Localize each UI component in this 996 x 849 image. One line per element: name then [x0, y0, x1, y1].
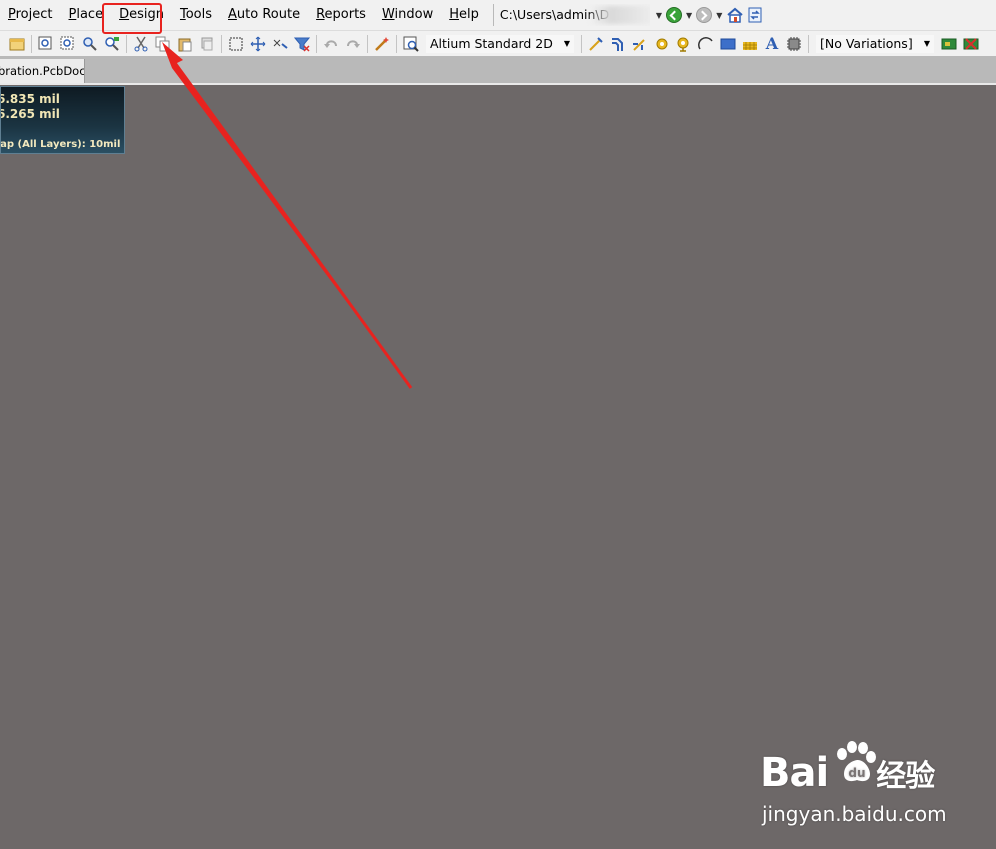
- toolbar-separator: [221, 34, 222, 53]
- hud-snap-grid: nap (All Layers): 10mil: [0, 139, 121, 150]
- zoom-area-icon[interactable]: [60, 36, 76, 52]
- path-dropdown-icon[interactable]: ▼: [656, 11, 662, 20]
- browse-components-icon[interactable]: [403, 36, 419, 52]
- chevron-down-icon: ▼: [923, 38, 930, 48]
- document-tab-strip: bration.PcbDoc: [0, 56, 996, 83]
- pcb-canvas[interactable]: [0, 85, 996, 849]
- coordinate-hud: 6.835 mil 6.265 mil nap (All Layers): 10…: [0, 86, 125, 154]
- toolbar-separator: [808, 34, 809, 53]
- copy-icon[interactable]: [155, 36, 171, 52]
- menu-tools[interactable]: Tools: [172, 0, 220, 30]
- toolbar-separator: [31, 34, 32, 53]
- rubber-stamp-icon[interactable]: [199, 36, 215, 52]
- watermark-logo-text: Bai 经验: [760, 750, 935, 796]
- toolbar-separator: [126, 34, 127, 53]
- zoom-filtered-icon[interactable]: [104, 36, 120, 52]
- paste-icon[interactable]: [177, 36, 193, 52]
- view-mode-value: Altium Standard 2D: [430, 36, 553, 51]
- variations-dropdown[interactable]: [No Variations] ▼: [815, 33, 935, 54]
- document-path-field[interactable]: C:\Users\admin\D: [492, 4, 650, 26]
- hud-y-coordinate: 6.265 mil: [0, 107, 60, 121]
- menu-project[interactable]: Project: [0, 0, 61, 30]
- place-component-icon[interactable]: [786, 36, 802, 52]
- clear-filter-icon[interactable]: [294, 36, 310, 52]
- forward-icon[interactable]: [696, 7, 713, 23]
- menu-reports[interactable]: Reports: [308, 0, 374, 30]
- board-remove-icon[interactable]: [963, 36, 979, 52]
- variations-value: [No Variations]: [820, 36, 913, 51]
- view-mode-dropdown[interactable]: Altium Standard 2D ▼: [425, 33, 575, 54]
- diff-pair-route-icon[interactable]: [610, 36, 626, 52]
- toolbar-separator: [367, 34, 368, 53]
- path-redaction: [589, 6, 650, 24]
- multi-route-icon[interactable]: [632, 36, 648, 52]
- board-icon[interactable]: [941, 36, 957, 52]
- menu-auto-route[interactable]: Auto Route: [220, 0, 308, 30]
- home-icon[interactable]: [726, 7, 744, 23]
- tab-pcb-document[interactable]: bration.PcbDoc: [0, 59, 85, 83]
- back-dropdown-icon[interactable]: ▼: [686, 11, 692, 20]
- watermark-url: jingyan.baidu.com: [762, 802, 947, 826]
- place-polygon-icon[interactable]: [742, 36, 758, 52]
- undo-icon[interactable]: [323, 36, 339, 52]
- fit-document-icon[interactable]: [38, 36, 54, 52]
- design-menu-highlight: [102, 3, 162, 34]
- place-via-icon[interactable]: [676, 36, 692, 52]
- place-string-icon[interactable]: A: [764, 35, 780, 52]
- place-pad-icon[interactable]: [654, 36, 670, 52]
- hud-x-coordinate: 6.835 mil: [0, 92, 60, 106]
- move-selection-icon[interactable]: [250, 36, 266, 52]
- menu-window[interactable]: Window: [374, 0, 441, 30]
- redo-icon[interactable]: [345, 36, 361, 52]
- sync-icon[interactable]: [748, 7, 762, 23]
- deselect-icon[interactable]: [272, 36, 288, 52]
- select-area-icon[interactable]: [228, 36, 244, 52]
- toolbar-separator: [581, 34, 582, 53]
- cut-icon[interactable]: [133, 36, 149, 52]
- open-document-icon[interactable]: [9, 36, 25, 52]
- place-fill-icon[interactable]: [720, 36, 736, 52]
- chevron-down-icon: ▼: [563, 38, 570, 48]
- toolbar-separator: [396, 34, 397, 53]
- interactive-route-icon[interactable]: [588, 36, 604, 52]
- toolbar-separator: [316, 34, 317, 53]
- baidu-watermark: du Bai 经验 jingyan.baidu.com: [760, 740, 960, 830]
- forward-dropdown-icon[interactable]: ▼: [716, 11, 722, 20]
- back-icon[interactable]: [666, 7, 683, 23]
- place-arc-icon[interactable]: [698, 36, 714, 52]
- nav-buttons: ▼ ▼ ▼: [656, 7, 762, 23]
- wand-icon[interactable]: [374, 36, 390, 52]
- menu-help[interactable]: Help: [441, 0, 487, 30]
- zoom-selected-icon[interactable]: [82, 36, 98, 52]
